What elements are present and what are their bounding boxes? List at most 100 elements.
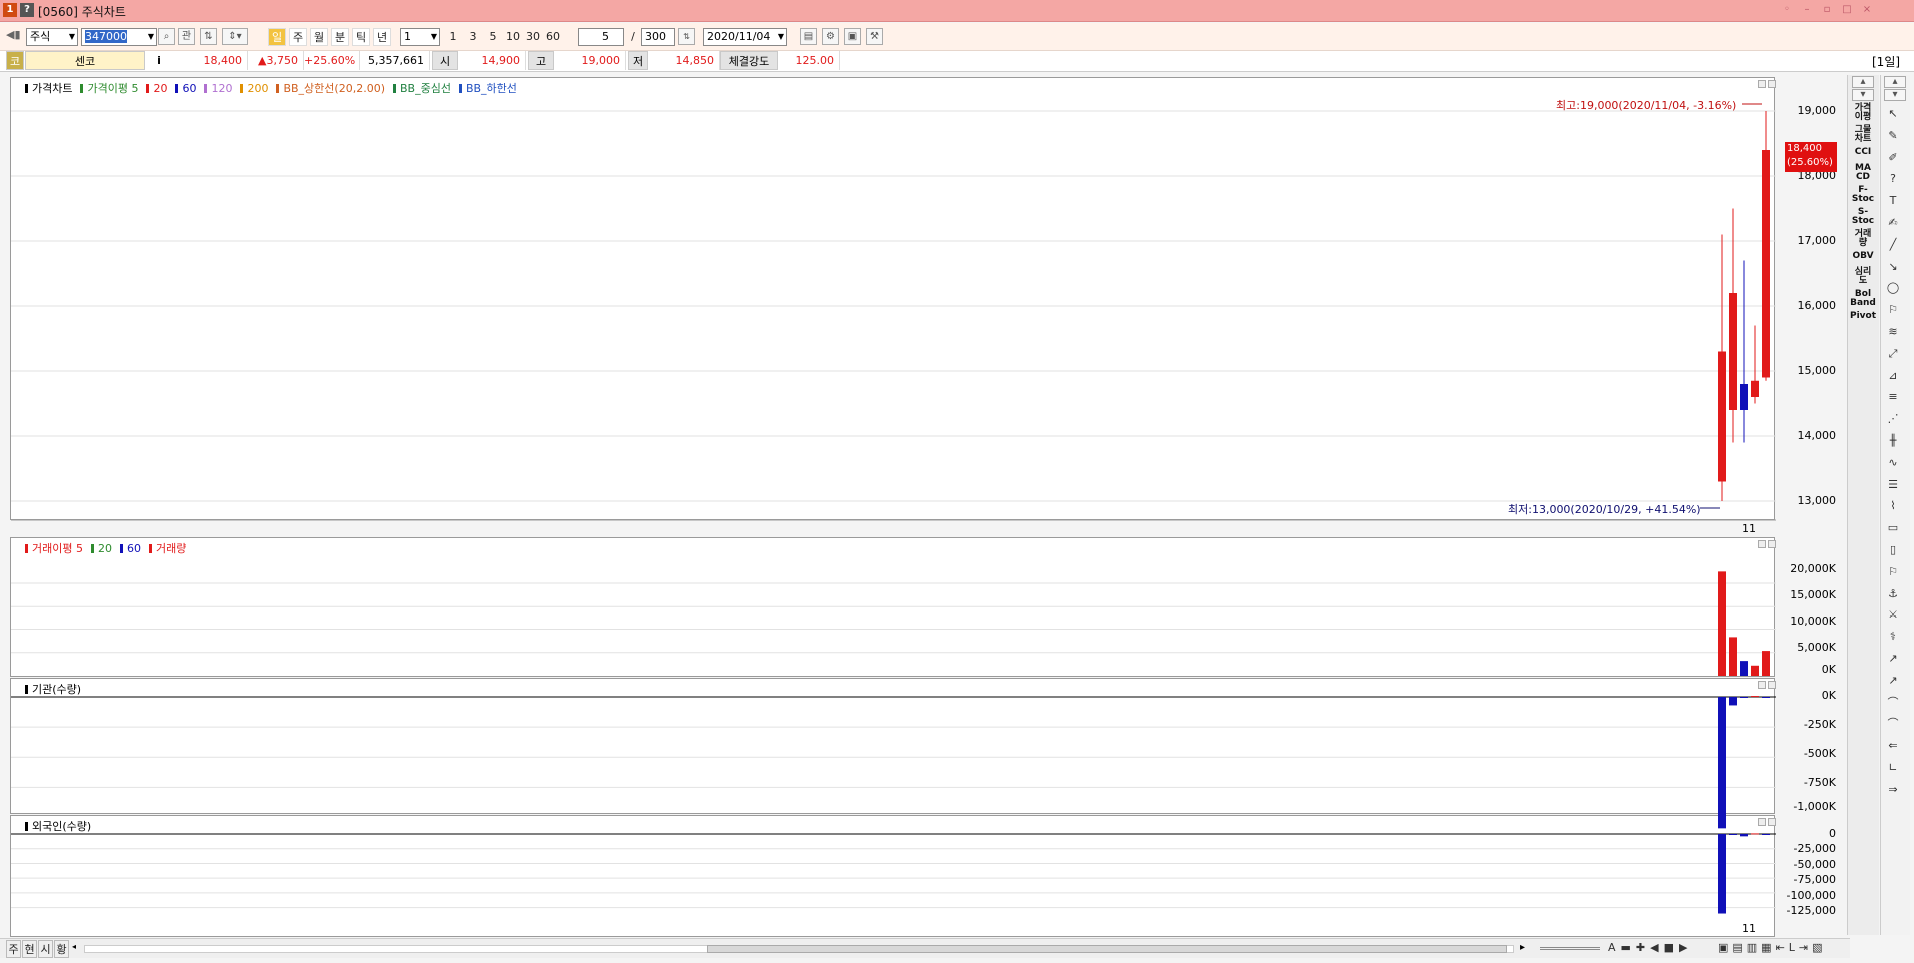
inst-bar [1751, 696, 1759, 698]
y-tick-label: 17,000 [1797, 234, 1837, 247]
fib-tool-icon[interactable]: ≋ [1884, 324, 1902, 340]
scroll-down-icon[interactable]: ▾ [1852, 89, 1874, 101]
y-tick-label: 0K [1821, 689, 1836, 702]
y-tick-label: -250K [1803, 718, 1836, 731]
volume-bar [1718, 571, 1726, 676]
indicator-tab[interactable]: OBV [1850, 252, 1876, 261]
circle-tool-icon[interactable]: ◯ [1884, 280, 1902, 296]
zoom-controls[interactable]: A▬✚◀■▶ [1608, 941, 1692, 954]
inst-bar [1729, 697, 1737, 706]
indicator-tab[interactable]: 그물 차트 [1850, 126, 1876, 144]
fan-tool-icon[interactable]: ⋰ [1884, 411, 1902, 427]
bottom-tools[interactable]: ▣▤▥▦⇤L⇥▧ [1718, 941, 1827, 954]
back-tool-icon[interactable]: ⇐ [1884, 738, 1902, 754]
candle-body [1718, 351, 1726, 482]
zoom-slider[interactable] [1540, 947, 1600, 950]
pitch-tool-icon[interactable]: ⚕ [1884, 629, 1902, 645]
y-tick-label: -750K [1803, 776, 1836, 789]
y-tick-label: 0 [1829, 827, 1836, 840]
ray2-tool-icon[interactable]: ↗ [1884, 673, 1902, 689]
text-tool-icon[interactable]: T [1884, 193, 1902, 209]
arrow-tool-icon[interactable]: ↘ [1884, 259, 1902, 275]
foreign-bar [1751, 833, 1759, 835]
box-tool-icon[interactable]: ▯ [1884, 542, 1902, 558]
inst-bar [1740, 697, 1748, 698]
y-tick-label: 5,000K [1797, 641, 1836, 654]
brush-tool-icon[interactable]: ✍ [1884, 215, 1902, 231]
inst-bar [1718, 697, 1726, 829]
line-tool-icon[interactable]: ╱ [1884, 237, 1902, 253]
grid-tool-icon[interactable]: ╫ [1884, 433, 1902, 449]
arc2-tool-icon[interactable]: ⌒ [1884, 716, 1902, 732]
candle-body [1740, 384, 1748, 410]
pen-tool-icon[interactable]: ✐ [1884, 150, 1902, 166]
y-tick-label: 15,000 [1797, 364, 1837, 377]
arc-tool-icon[interactable]: ⌒ [1884, 695, 1902, 711]
anchor-tool-icon[interactable]: ⚓ [1884, 586, 1902, 602]
indicator-tab[interactable]: 심리 도 [1850, 268, 1876, 286]
scroll-up-icon[interactable]: ▴ [1852, 76, 1874, 88]
indicator-tab[interactable]: 가격 이평 [1850, 104, 1876, 122]
indicator-tab[interactable]: Bol Band [1850, 290, 1876, 308]
min-annotation: 최저:13,000(2020/10/29, +41.54%) [1508, 503, 1701, 516]
volume-bar [1740, 661, 1748, 676]
foreign-bar [1729, 834, 1737, 835]
cycle-tool-icon[interactable]: ⌇ [1884, 498, 1902, 514]
eraser-tool-icon[interactable]: ✎ [1884, 128, 1902, 144]
y-tick-label: 15,000K [1790, 588, 1836, 601]
y-tick-label: 0K [1821, 663, 1836, 676]
rect-tool-icon[interactable]: ▭ [1884, 520, 1902, 536]
indicator-tab[interactable]: 거래 량 [1850, 230, 1876, 248]
channel-tool-icon[interactable]: ☰ [1884, 477, 1902, 493]
indicator-tab[interactable]: S- Stoc [1850, 208, 1876, 226]
bottom-tab[interactable]: 시 [38, 940, 53, 958]
foreign-bar [1740, 834, 1748, 837]
bottom-tab[interactable]: 주 [6, 940, 21, 958]
y-tick-label: 16,000 [1797, 299, 1837, 312]
help-tool-icon[interactable]: ? [1884, 171, 1902, 187]
scroll-right-icon[interactable]: ▸ [1520, 942, 1525, 953]
candle-body [1751, 380, 1759, 397]
indicator-tab[interactable]: Pivot [1850, 312, 1876, 321]
volume-bar [1751, 665, 1759, 676]
y-tick-label: -75,000 [1793, 873, 1836, 886]
levels-tool-icon[interactable]: ≡ [1884, 389, 1902, 405]
indicator-tab[interactable]: MA CD [1850, 164, 1876, 182]
indicator-sidebar [1847, 75, 1879, 935]
ray-tool-icon[interactable]: ↗ [1884, 651, 1902, 667]
indicator-tab[interactable]: CCI [1850, 148, 1876, 157]
trend-tool-icon[interactable]: ⤢ [1884, 346, 1902, 362]
bottom-tab[interactable]: 황 [54, 940, 69, 958]
y-tick-label: 20,000K [1790, 562, 1836, 575]
y-tick-label: 19,000 [1797, 104, 1837, 117]
volume-bar [1729, 637, 1737, 676]
scrollbar-thumb[interactable] [707, 945, 1507, 953]
y-tick-label: -50,000 [1793, 858, 1836, 871]
y-tick-label: -500K [1803, 747, 1836, 760]
cursor-tool-icon[interactable]: ↖ [1884, 106, 1902, 122]
scroll-left-icon[interactable]: ◂ [72, 942, 82, 954]
x-axis-label-bottom: 11 [1742, 922, 1756, 935]
y-tick-label: -1,000K [1793, 800, 1836, 813]
y-tick-label: 10,000K [1790, 615, 1836, 628]
bottom-bar: 주현시황 ◂ ▸ A▬✚◀■▶ ▣▤▥▦⇤L⇥▧ [0, 938, 1850, 958]
triangle-tool-icon[interactable]: ⊿ [1884, 368, 1902, 384]
tools-scroll-up-icon[interactable]: ▴ [1884, 76, 1906, 88]
indicator-tab[interactable]: F- Stoc [1850, 186, 1876, 204]
last-price-tag: 18,400 (25.60%) [1785, 142, 1837, 172]
marker-tool-icon[interactable]: ⚐ [1884, 564, 1902, 580]
chart-canvas[interactable] [0, 0, 1914, 963]
max-annotation: 최고:19,000(2020/11/04, -3.16%) [1556, 99, 1737, 112]
y-tick-label: 13,000 [1797, 494, 1837, 507]
bottom-tab[interactable]: 현 [22, 940, 37, 958]
cross-tool-icon[interactable]: ⚔ [1884, 607, 1902, 623]
corner-tool-icon[interactable]: ∟ [1884, 760, 1902, 776]
wave-tool-icon[interactable]: ∿ [1884, 455, 1902, 471]
y-tick-label: -125,000 [1786, 904, 1836, 917]
y-tick-label: 14,000 [1797, 429, 1837, 442]
candle-body [1762, 150, 1770, 378]
flag-tool-icon[interactable]: ⚐ [1884, 302, 1902, 318]
tools-scroll-down-icon[interactable]: ▾ [1884, 89, 1906, 101]
forward-tool-icon[interactable]: ⇒ [1884, 782, 1902, 798]
y-tick-label: -25,000 [1793, 842, 1836, 855]
